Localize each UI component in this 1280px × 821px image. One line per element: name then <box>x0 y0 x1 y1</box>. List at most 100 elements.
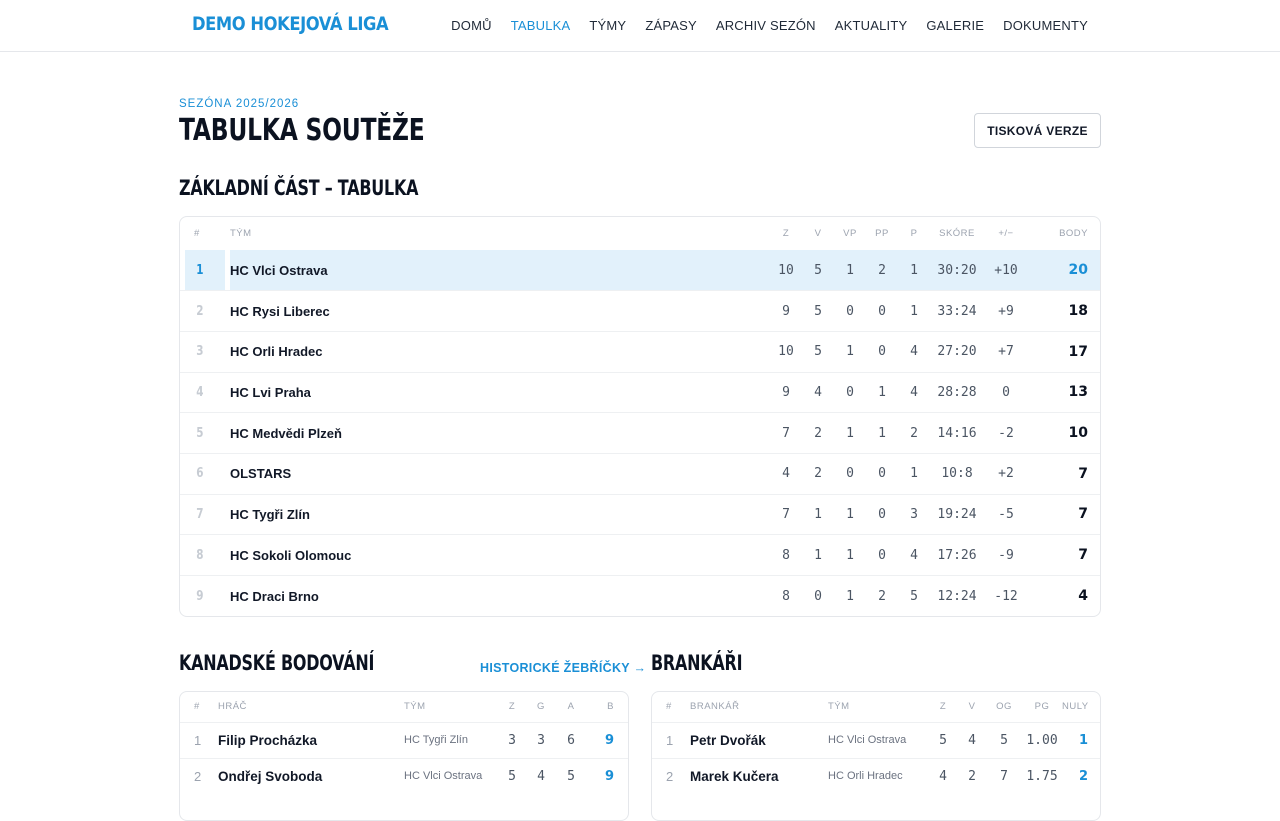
row-ot-losses: 2 <box>866 575 898 616</box>
row-ot-losses: 0 <box>866 534 898 576</box>
row-wins: 0 <box>802 575 834 616</box>
table-row[interactable]: 1 Filip Procházka HC Tygři Zlín 3 3 6 9 <box>180 721 628 758</box>
row-diff: +9 <box>984 290 1028 332</box>
table-row[interactable]: 2 HC Rysi Liberec 9 5 0 0 1 33:24 +9 18 <box>180 290 1100 332</box>
row-wins: 1 <box>802 534 834 576</box>
row-team[interactable]: HC Vlci Ostrava <box>230 250 770 291</box>
row-games: 9 <box>770 290 802 332</box>
row-losses: 4 <box>898 330 930 373</box>
row-team[interactable]: HC Vlci Ostrava <box>828 721 928 758</box>
nav-matches[interactable]: ZÁPASY <box>645 18 697 33</box>
historical-rankings-link[interactable]: HISTORICKÉ ŽEBŘÍČKY → <box>480 661 646 675</box>
col-player: HRÁČ <box>218 701 247 713</box>
row-games: 8 <box>770 534 802 576</box>
col-games: Z <box>782 228 790 239</box>
col-wins: V <box>968 701 976 713</box>
row-gaa: 1.00 <box>1022 721 1062 758</box>
row-team[interactable]: HC Tygři Zlín <box>404 721 498 758</box>
row-losses: 1 <box>898 452 930 495</box>
row-team[interactable]: OLSTARS <box>230 452 770 495</box>
row-player[interactable]: Filip Procházka <box>218 721 404 758</box>
nav-documents[interactable]: DOKUMENTY <box>1003 18 1088 33</box>
row-score: 14:16 <box>930 412 984 454</box>
row-goalie[interactable]: Petr Dvořák <box>690 721 828 758</box>
row-points: 7 <box>1028 452 1100 495</box>
scorers-card: # HRÁČ TÝM Z G A B 1 Filip Procházka HC … <box>179 691 629 821</box>
row-ot-wins: 0 <box>834 452 866 495</box>
row-team[interactable]: HC Draci Brno <box>230 575 770 616</box>
row-wins: 5 <box>802 290 834 332</box>
table-row[interactable]: 2 Marek Kučera HC Orli Hradec 4 2 7 1.75… <box>652 757 1100 794</box>
row-goals-against: 7 <box>986 757 1022 794</box>
nav-standings[interactable]: TABULKA <box>511 18 571 33</box>
row-team[interactable]: HC Vlci Ostrava <box>404 757 498 794</box>
table-row[interactable]: 3 HC Orli Hradec 10 5 1 0 4 27:20 +7 17 <box>180 330 1100 373</box>
row-goalie[interactable]: Marek Kučera <box>690 757 828 794</box>
row-team[interactable]: HC Tygři Zlín <box>230 493 770 535</box>
table-row[interactable]: 1 HC Vlci Ostrava 10 5 1 2 1 30:20 +10 2… <box>180 250 1100 291</box>
row-score: 17:26 <box>930 534 984 576</box>
row-team[interactable]: HC Medvědi Plzeň <box>230 412 770 454</box>
col-games: Z <box>508 701 516 713</box>
row-rank: 1 <box>652 721 690 758</box>
col-goals-against: OG <box>996 701 1012 713</box>
table-row[interactable]: 6 OLSTARS 4 2 0 0 1 10:8 +2 7 <box>180 452 1100 495</box>
row-ot-wins: 1 <box>834 493 866 535</box>
standings-header-row: # TÝM Z V VP PP P SKÓRE +/− BODY <box>180 217 1100 250</box>
table-row[interactable]: 2 Ondřej Svoboda HC Vlci Ostrava 5 4 5 9 <box>180 757 628 794</box>
row-ot-wins: 1 <box>834 330 866 373</box>
table-row[interactable]: 8 HC Sokoli Olomouc 8 1 1 0 4 17:26 -9 7 <box>180 534 1100 576</box>
row-games: 4 <box>770 452 802 495</box>
table-row[interactable]: 5 HC Medvědi Plzeň 7 2 1 1 2 14:16 -2 10 <box>180 412 1100 454</box>
brand-logo[interactable]: DEMO HOKEJOVÁ LIGA <box>192 13 389 35</box>
standings-card: # TÝM Z V VP PP P SKÓRE +/− BODY 1 HC Vl… <box>179 216 1101 617</box>
row-rank: 5 <box>185 412 225 454</box>
nav-home[interactable]: DOMŮ <box>451 18 492 33</box>
nav-teams[interactable]: TÝMY <box>589 18 626 33</box>
row-score: 33:24 <box>930 290 984 332</box>
row-score: 27:20 <box>930 330 984 373</box>
row-rank: 9 <box>185 575 225 616</box>
row-points: 7 <box>1028 493 1100 535</box>
scorers-header-row: # HRÁČ TÝM Z G A B <box>180 692 628 722</box>
row-points: 20 <box>1028 250 1100 291</box>
nav-gallery[interactable]: GALERIE <box>926 18 984 33</box>
col-goalie: BRANKÁŘ <box>690 701 740 713</box>
table-row[interactable]: 9 HC Draci Brno 8 0 1 2 5 12:24 -12 4 <box>180 575 1100 616</box>
row-team[interactable]: HC Orli Hradec <box>230 330 770 373</box>
row-team[interactable]: HC Rysi Liberec <box>230 290 770 332</box>
row-games: 4 <box>928 757 958 794</box>
print-version-button[interactable]: TISKOVÁ VERZE <box>974 113 1101 148</box>
row-ot-losses: 2 <box>866 250 898 291</box>
table-row[interactable]: 4 HC Lvi Praha 9 4 0 1 4 28:28 0 13 <box>180 371 1100 413</box>
standings-title: ZÁKLADNÍ ČÁST – TABULKA <box>179 176 419 200</box>
nav-season-archive[interactable]: ARCHIV SEZÓN <box>716 18 816 33</box>
col-diff: +/− <box>998 228 1014 239</box>
row-player[interactable]: Ondřej Svoboda <box>218 757 404 794</box>
season-label: SEZÓNA 2025/2026 <box>179 98 300 110</box>
col-ot-wins: VP <box>843 228 857 239</box>
row-team[interactable]: HC Sokoli Olomouc <box>230 534 770 576</box>
row-ot-losses: 0 <box>866 493 898 535</box>
row-team[interactable]: HC Orli Hradec <box>828 757 928 794</box>
goalies-title: BRANKÁŘI <box>651 651 743 675</box>
nav-news[interactable]: AKTUALITY <box>835 18 908 33</box>
row-ot-losses: 1 <box>866 412 898 454</box>
row-ot-losses: 0 <box>866 290 898 332</box>
row-diff: +10 <box>984 250 1028 291</box>
row-ot-wins: 0 <box>834 290 866 332</box>
row-shutouts: 1 <box>1062 721 1100 758</box>
table-row[interactable]: 1 Petr Dvořák HC Vlci Ostrava 5 4 5 1.00… <box>652 721 1100 758</box>
row-wins: 2 <box>958 757 986 794</box>
col-ot-losses: PP <box>875 228 889 239</box>
row-shutouts: 2 <box>1062 757 1100 794</box>
row-score: 12:24 <box>930 575 984 616</box>
row-team[interactable]: HC Lvi Praha <box>230 371 770 413</box>
row-ot-wins: 1 <box>834 250 866 291</box>
row-games: 10 <box>770 250 802 291</box>
row-diff: -12 <box>984 575 1028 616</box>
row-rank: 1 <box>180 721 218 758</box>
row-assists: 5 <box>556 757 586 794</box>
table-row[interactable]: 7 HC Tygři Zlín 7 1 1 0 3 19:24 -5 7 <box>180 493 1100 535</box>
row-score: 30:20 <box>930 250 984 291</box>
